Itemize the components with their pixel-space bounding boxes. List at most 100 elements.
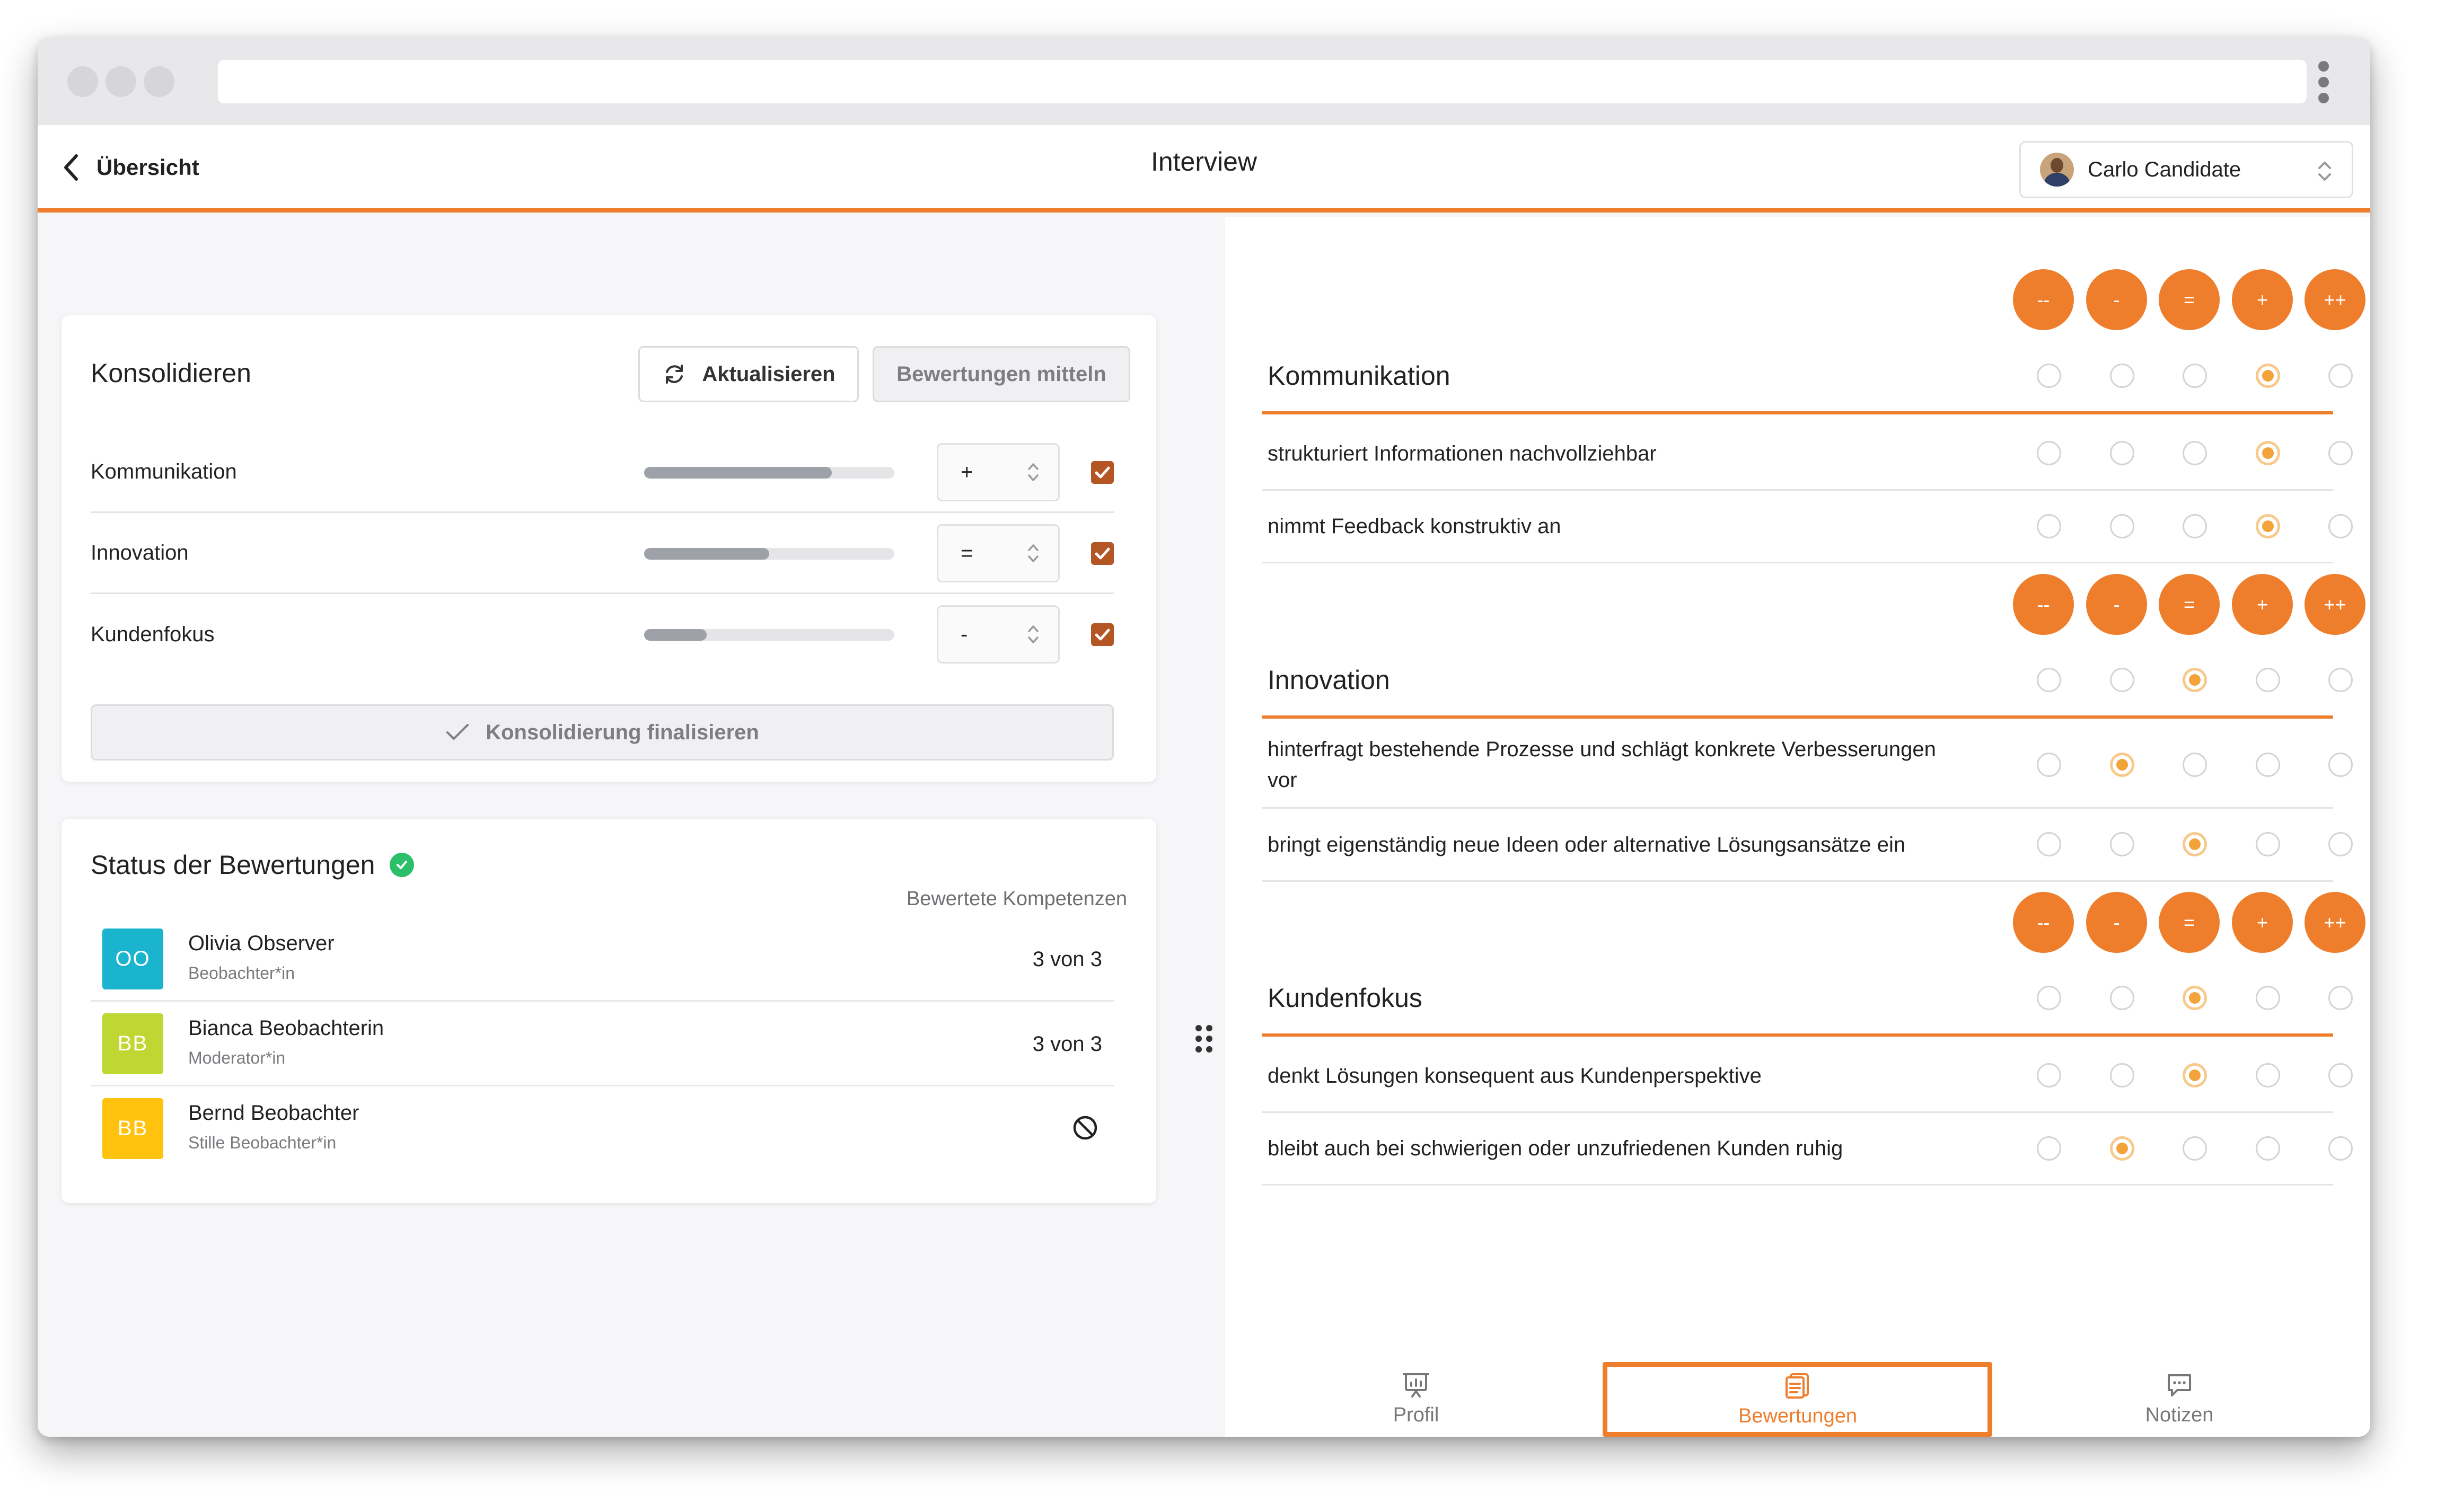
- scale-button[interactable]: +: [2232, 574, 2293, 635]
- scale-button[interactable]: --: [2013, 269, 2074, 330]
- rating-radio[interactable]: [2037, 1063, 2061, 1087]
- rating-radio[interactable]: [2328, 668, 2353, 692]
- consolidate-row: Kommunikation +: [91, 432, 1114, 513]
- rating-radio[interactable]: [2328, 1063, 2353, 1087]
- rating-radio[interactable]: [2328, 1136, 2353, 1161]
- include-checkbox[interactable]: [1091, 542, 1114, 565]
- scale-button[interactable]: =: [2159, 574, 2220, 635]
- window-control-minimize[interactable]: [105, 66, 136, 97]
- behavior-row: bleibt auch bei schwierigen oder unzufri…: [1262, 1113, 2353, 1186]
- tab-label: Bewertungen: [1738, 1405, 1857, 1427]
- status-title: Status der Bewertungen: [91, 850, 375, 880]
- rating-radio-selected[interactable]: [2183, 832, 2207, 856]
- rating-radio-selected[interactable]: [2183, 986, 2207, 1010]
- scale-button[interactable]: =: [2159, 269, 2220, 330]
- rating-select[interactable]: +: [937, 443, 1060, 501]
- rating-radio-selected[interactable]: [2183, 668, 2207, 692]
- rating-scale-header: -- - = + ++: [1225, 892, 2370, 956]
- rating-radio[interactable]: [2328, 753, 2353, 777]
- scale-button[interactable]: -: [2086, 892, 2147, 953]
- rating-radio-selected[interactable]: [2110, 1136, 2134, 1161]
- candidate-avatar: [2040, 153, 2074, 187]
- rating-radio[interactable]: [2183, 1136, 2207, 1161]
- rating-radio[interactable]: [2256, 753, 2280, 777]
- scale-button[interactable]: ++: [2305, 892, 2365, 953]
- rating-radio[interactable]: [2183, 441, 2207, 465]
- consolidate-row: Innovation =: [91, 513, 1114, 594]
- scale-button[interactable]: ++: [2305, 574, 2365, 635]
- rating-radio[interactable]: [2037, 753, 2061, 777]
- rating-radio[interactable]: [2110, 441, 2134, 465]
- candidate-select[interactable]: Carlo Candidate: [2019, 141, 2353, 198]
- rating-radio-selected[interactable]: [2183, 1063, 2207, 1087]
- window-control-close[interactable]: [67, 66, 98, 97]
- address-bar[interactable]: [218, 60, 2307, 103]
- rating-radio[interactable]: [2110, 364, 2134, 388]
- average-ratings-button[interactable]: Bewertungen mitteln: [873, 346, 1130, 402]
- rating-radio[interactable]: [2037, 832, 2061, 856]
- rating-radio[interactable]: [2037, 441, 2061, 465]
- app-header: Übersicht Interview Carlo Candidate: [38, 125, 2370, 213]
- behavior-text: denkt Lösungen konsequent aus Kundenpers…: [1268, 1064, 1762, 1087]
- rating-radio[interactable]: [2037, 986, 2061, 1010]
- rating-radio[interactable]: [2110, 1063, 2134, 1087]
- rating-radio-selected[interactable]: [2256, 441, 2280, 465]
- drag-handle-icon[interactable]: [1193, 1023, 1215, 1055]
- rating-select[interactable]: =: [937, 524, 1060, 582]
- rating-select[interactable]: -: [937, 605, 1060, 664]
- rating-radio[interactable]: [2037, 668, 2061, 692]
- right-panel: -- - = + ++ Kommunikation strukturiert I…: [1225, 217, 2370, 1437]
- scale-button[interactable]: --: [2013, 574, 2074, 635]
- rating-radio-selected[interactable]: [2256, 364, 2280, 388]
- scale-button[interactable]: --: [2013, 892, 2074, 953]
- rating-radio[interactable]: [2110, 514, 2134, 538]
- rating-radio[interactable]: [2110, 668, 2134, 692]
- behavior-text: strukturiert Informationen nachvollziehb…: [1268, 441, 1657, 465]
- rating-radio[interactable]: [2256, 1136, 2280, 1161]
- rating-radio[interactable]: [2183, 753, 2207, 777]
- rated-count: 3 von 3: [1032, 1032, 1102, 1056]
- tab-notizen[interactable]: Notizen: [1989, 1362, 2370, 1437]
- rating-radio[interactable]: [2037, 1136, 2061, 1161]
- refresh-button[interactable]: Aktualisieren: [638, 346, 859, 402]
- tab-bewertungen[interactable]: Bewertungen: [1607, 1362, 1989, 1437]
- rating-radio-selected[interactable]: [2256, 514, 2280, 538]
- include-checkbox[interactable]: [1091, 623, 1114, 646]
- rating-value: -: [961, 623, 968, 646]
- rating-radio[interactable]: [2183, 364, 2207, 388]
- rating-radio[interactable]: [2110, 832, 2134, 856]
- screenshot-scene: Übersicht Interview Carlo Candidate Kons…: [0, 0, 2445, 1512]
- rating-radio-selected[interactable]: [2110, 753, 2134, 777]
- rating-radio[interactable]: [2328, 832, 2353, 856]
- scale-button[interactable]: =: [2159, 892, 2220, 953]
- window-control-maximize[interactable]: [144, 66, 174, 97]
- include-checkbox[interactable]: [1091, 461, 1114, 484]
- rating-radio[interactable]: [2256, 986, 2280, 1010]
- tab-profil[interactable]: Profil: [1225, 1362, 1607, 1437]
- scale-button[interactable]: -: [2086, 269, 2147, 330]
- rating-radio[interactable]: [2328, 986, 2353, 1010]
- observer-name: Bernd Beobachter: [188, 1101, 359, 1125]
- chevron-up-down-icon: [1028, 463, 1039, 481]
- browser-menu-icon[interactable]: [2317, 61, 2330, 103]
- rating-radio[interactable]: [2328, 441, 2353, 465]
- rating-radio[interactable]: [2183, 514, 2207, 538]
- rating-radio[interactable]: [2110, 986, 2134, 1010]
- finalize-consolidation-button[interactable]: Konsolidierung finalisieren: [91, 704, 1114, 761]
- scale-button[interactable]: +: [2232, 892, 2293, 953]
- rating-radio[interactable]: [2256, 832, 2280, 856]
- behavior-row: hinterfragt bestehende Prozesse und schl…: [1262, 722, 2353, 809]
- rating-radio[interactable]: [2256, 668, 2280, 692]
- chevron-up-down-icon: [1028, 625, 1039, 643]
- scale-button[interactable]: +: [2232, 269, 2293, 330]
- scale-button[interactable]: ++: [2305, 269, 2365, 330]
- rating-radio[interactable]: [2037, 514, 2061, 538]
- rating-radio[interactable]: [2256, 1063, 2280, 1087]
- rating-radio[interactable]: [2328, 514, 2353, 538]
- check-icon: [446, 724, 469, 740]
- rating-radio[interactable]: [2037, 364, 2061, 388]
- scale-button[interactable]: -: [2086, 574, 2147, 635]
- left-panel: Konsolidieren Aktualisieren Bewertungen …: [38, 217, 1225, 1437]
- rating-value: +: [961, 461, 973, 484]
- rating-radio[interactable]: [2328, 364, 2353, 388]
